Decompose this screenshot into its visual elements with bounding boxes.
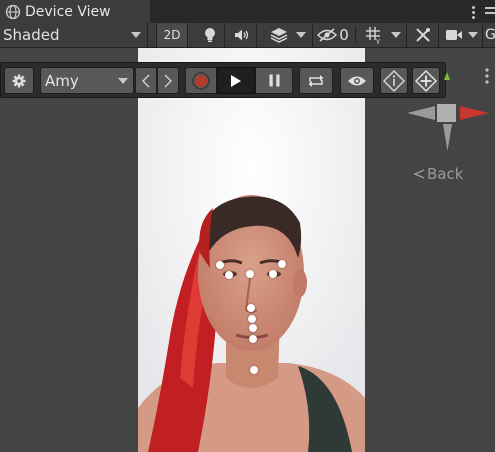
neg-x-cone[interactable] xyxy=(407,106,435,120)
eye-icon xyxy=(348,76,366,85)
y-axis-cone[interactable] xyxy=(444,72,450,80)
chevron-down-icon xyxy=(468,32,478,38)
tools-button[interactable] xyxy=(408,23,439,47)
gizmo-center-cube[interactable] xyxy=(437,104,456,122)
lightbulb-icon xyxy=(205,28,215,42)
shading-mode-label: Shaded xyxy=(3,26,60,44)
face-camera-feed xyxy=(138,48,365,452)
face-landmark xyxy=(246,270,254,278)
chevron-left-icon xyxy=(142,74,150,87)
neg-y-cone[interactable] xyxy=(443,124,452,151)
play-icon xyxy=(231,74,241,87)
face-capture-toolbar: Amy xyxy=(0,62,446,98)
face-landmark xyxy=(248,315,256,323)
shading-mode-dropdown[interactable]: Shaded xyxy=(0,23,148,47)
face-landmark xyxy=(216,261,224,269)
scene-toolbar: Shaded 2D 0 y G xyxy=(0,23,495,48)
scene-visibility-toggle[interactable]: 0 xyxy=(314,23,352,47)
chevron-right-icon xyxy=(164,74,172,87)
svg-text:y: y xyxy=(376,37,380,44)
chevron-down-icon xyxy=(118,78,128,84)
window-menu-icon[interactable] xyxy=(485,7,495,19)
play-button[interactable] xyxy=(217,67,255,94)
face-landmark xyxy=(249,324,257,332)
audio-toggle-button[interactable] xyxy=(228,23,257,47)
face-landmark xyxy=(250,366,258,374)
window-tab-bar: Device View xyxy=(0,0,495,23)
record-icon xyxy=(192,71,210,90)
audio-icon xyxy=(235,29,249,41)
back-label: Back xyxy=(427,165,464,183)
menu-icon[interactable] xyxy=(485,68,489,84)
face-landmark xyxy=(225,271,233,279)
camera-dropdown[interactable] xyxy=(440,23,483,47)
settings-button[interactable] xyxy=(4,67,34,94)
face-landmark xyxy=(278,260,286,268)
face-landmark xyxy=(269,270,277,278)
tab-title: Device View xyxy=(25,3,111,20)
gear-icon xyxy=(12,74,26,87)
record-button[interactable] xyxy=(185,67,217,94)
x-axis-cone[interactable] xyxy=(460,106,489,120)
chevron-down-icon xyxy=(391,32,401,38)
globe-icon xyxy=(5,4,21,19)
more-options-icon[interactable] xyxy=(472,6,475,19)
loop-icon xyxy=(308,74,324,87)
visibility-off-icon xyxy=(317,28,338,42)
chevron-down-icon xyxy=(131,32,141,38)
lighting-toggle-button[interactable] xyxy=(196,23,225,47)
avatar-dropdown[interactable]: Amy xyxy=(40,67,134,94)
device-camera-view[interactable] xyxy=(138,48,365,452)
2d-toggle-button[interactable]: 2D xyxy=(156,23,188,47)
camera-icon xyxy=(446,30,462,40)
pause-button[interactable] xyxy=(255,67,293,94)
effects-dropdown[interactable] xyxy=(260,23,313,47)
hidden-object-count: 0 xyxy=(339,26,349,44)
face-landmark xyxy=(249,335,257,343)
tools-icon xyxy=(416,28,430,42)
gizmos-button[interactable]: G xyxy=(485,27,495,43)
back-view-label[interactable]: Back xyxy=(413,165,463,183)
visibility-toggle-button[interactable] xyxy=(340,67,374,94)
avatar-name: Amy xyxy=(45,72,79,90)
effects-icon xyxy=(270,28,288,43)
loop-button[interactable] xyxy=(299,67,333,94)
orientation-gizmo[interactable] xyxy=(402,58,495,158)
face-landmark xyxy=(247,304,255,312)
next-button[interactable] xyxy=(157,67,179,94)
grid-dropdown[interactable]: y xyxy=(357,23,407,47)
pause-icon xyxy=(269,74,279,87)
grid-icon: y xyxy=(365,27,380,44)
previous-button[interactable] xyxy=(135,67,157,94)
chevron-down-icon xyxy=(296,32,306,38)
chevron-left-icon xyxy=(413,169,425,179)
device-view-tab[interactable]: Device View xyxy=(0,0,150,23)
